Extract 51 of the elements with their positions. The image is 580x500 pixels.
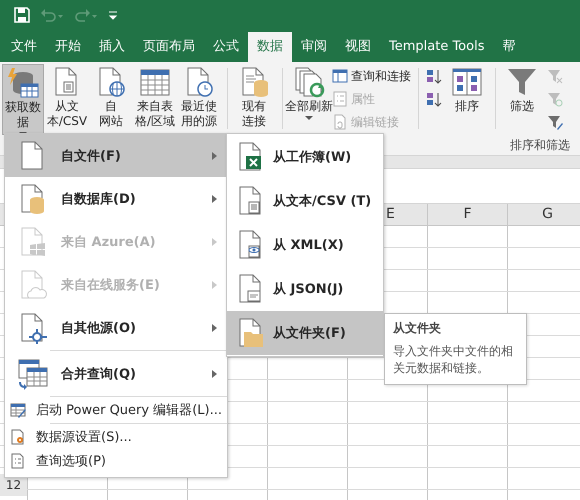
ribbon-tab[interactable]: 页面布局 xyxy=(134,32,204,62)
tooltip-text: 导入文件夹中文件的相关元数据和链接。 xyxy=(393,343,514,377)
save-icon[interactable] xyxy=(14,7,30,23)
options-file-icon xyxy=(10,453,26,469)
column-header[interactable]: G xyxy=(508,204,580,225)
sort-ascending-icon[interactable] xyxy=(426,68,442,84)
menu-item[interactable]: 从文本/CSV (T) xyxy=(227,179,383,223)
tooltip-title: 从文件夹 xyxy=(393,320,442,337)
ribbon-tab[interactable]: 插入 xyxy=(90,32,134,62)
combine-tables-icon xyxy=(17,358,49,390)
ribbon-tab[interactable]: 数据 xyxy=(248,32,292,62)
ribbon-button[interactable]: 从文 本/CSV xyxy=(46,64,88,135)
database-icon xyxy=(7,67,39,99)
sort-icon xyxy=(451,66,483,98)
menu-item[interactable]: 查询选项(P) xyxy=(5,449,227,473)
edit-table-icon xyxy=(10,402,26,418)
ribbon-button[interactable]: 自 网站 xyxy=(90,64,132,135)
ribbon-button[interactable]: 现有 连接 xyxy=(233,64,275,135)
settings-file-icon xyxy=(10,429,26,445)
properties-icon xyxy=(332,91,348,107)
ribbon-tab[interactable]: 帮 xyxy=(493,32,524,62)
ribbon-button[interactable]: 查询和连接 xyxy=(332,66,411,86)
menu-item[interactable]: 从文件夹(F) xyxy=(227,311,383,355)
group-label: 排序和筛选 xyxy=(510,136,570,154)
refresh-icon xyxy=(293,66,325,98)
ribbon-tab[interactable]: 审阅 xyxy=(292,32,336,62)
ribbon-tab[interactable]: 公式 xyxy=(204,32,248,62)
ribbon-button[interactable]: 获取数 据 xyxy=(2,64,44,135)
column-header[interactable]: F xyxy=(428,204,508,225)
edit-links-icon xyxy=(332,114,348,130)
ribbon-tab[interactable]: Template Tools xyxy=(380,32,494,62)
sort-descending-icon[interactable] xyxy=(426,91,442,107)
menu-item[interactable]: 合并查询(Q) xyxy=(5,352,227,395)
ribbon-tab[interactable]: 文件 xyxy=(2,32,46,62)
menu-item[interactable]: 从 XML(X) xyxy=(227,223,383,267)
ribbon-tab[interactable]: 视图 xyxy=(336,32,380,62)
menu-item[interactable]: 从 JSON(J) xyxy=(227,267,383,311)
ribbon-button[interactable]: 最近使 用的源 xyxy=(178,64,220,135)
ribbon-button[interactable]: 来自表 格/区域 xyxy=(134,64,176,135)
menu-item[interactable]: 自其他源(O) xyxy=(5,306,227,349)
menu-item[interactable]: 自数据库(D) xyxy=(5,177,227,220)
menu-item[interactable]: 启动 Power Query 编辑器(L)... xyxy=(5,398,227,422)
filter-icon xyxy=(506,66,538,98)
ribbon-button[interactable]: 排序 xyxy=(446,64,488,135)
menu-item[interactable]: 数据源设置(S)... xyxy=(5,425,227,449)
menu-item[interactable]: 从工作簿(W) xyxy=(227,135,383,179)
query-pane-icon xyxy=(332,68,348,84)
ribbon-button[interactable]: 筛选 xyxy=(501,64,543,135)
ribbon-tab[interactable]: 开始 xyxy=(46,32,90,62)
advanced-filter-icon[interactable] xyxy=(547,114,563,130)
menu-item[interactable]: 自文件(F) xyxy=(5,134,227,177)
